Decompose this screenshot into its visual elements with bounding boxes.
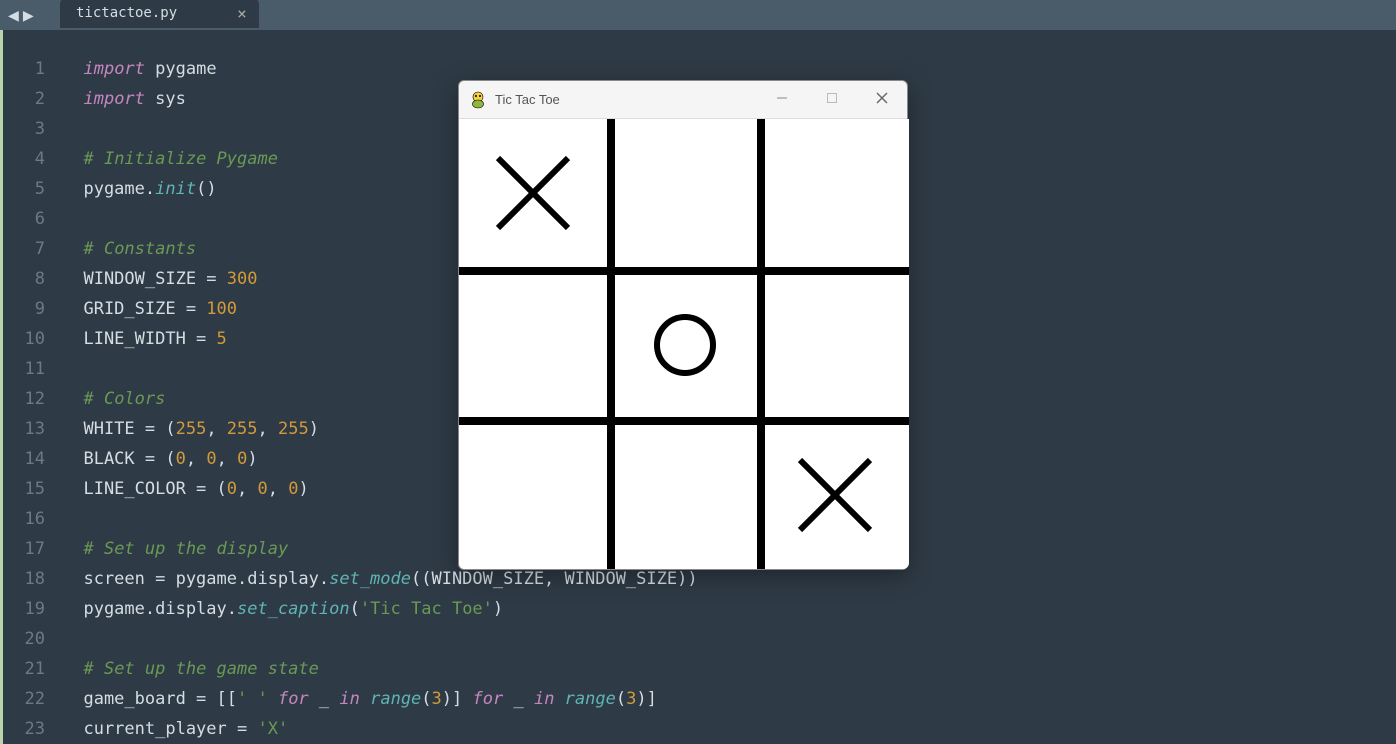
pygame-window[interactable]: Tic Tac Toe <box>458 80 908 570</box>
line-number: 15 <box>3 474 63 504</box>
line-number: 23 <box>3 714 63 744</box>
maximize-icon[interactable] <box>817 92 847 107</box>
window-title: Tic Tac Toe <box>495 92 767 107</box>
nav-back-icon[interactable]: ◀ <box>8 5 19 26</box>
code-line[interactable]: game_board = [[' ' for _ in range(3)] fo… <box>63 684 1396 714</box>
nav-arrows: ◀ ▶ <box>8 5 34 26</box>
title-bar[interactable]: Tic Tac Toe <box>459 81 907 119</box>
code-line[interactable]: current_player = 'X' <box>63 714 1396 744</box>
line-number: 13 <box>3 414 63 444</box>
tab-bar: tictactoe.py × <box>60 0 1396 30</box>
close-window-icon[interactable] <box>867 92 897 107</box>
pygame-icon <box>469 91 487 109</box>
board-cell[interactable] <box>761 119 909 267</box>
line-number: 20 <box>3 624 63 654</box>
line-number: 19 <box>3 594 63 624</box>
board-cell[interactable] <box>761 421 909 569</box>
line-number: 2 <box>3 84 63 114</box>
x-mark-icon <box>790 450 880 540</box>
code-line[interactable] <box>63 624 1396 654</box>
board-cell[interactable] <box>611 421 759 569</box>
line-number: 16 <box>3 504 63 534</box>
line-number: 5 <box>3 174 63 204</box>
line-number: 4 <box>3 144 63 174</box>
code-line[interactable]: # Set up the game state <box>63 654 1396 684</box>
board-cell[interactable] <box>459 119 607 267</box>
line-number: 11 <box>3 354 63 384</box>
code-line[interactable]: pygame.display.set_caption('Tic Tac Toe'… <box>63 594 1396 624</box>
line-number: 6 <box>3 204 63 234</box>
tab-filename: tictactoe.py <box>76 5 177 21</box>
nav-forward-icon[interactable]: ▶ <box>23 5 34 26</box>
board-cell[interactable] <box>459 421 607 569</box>
line-number: 12 <box>3 384 63 414</box>
line-number: 18 <box>3 564 63 594</box>
gutter: 1234567891011121314151617181920212223 <box>3 30 63 744</box>
line-number: 3 <box>3 114 63 144</box>
board-cell[interactable] <box>761 271 909 419</box>
minimize-icon[interactable] <box>767 92 797 107</box>
line-number: 7 <box>3 234 63 264</box>
board-cell[interactable] <box>611 119 759 267</box>
line-number: 21 <box>3 654 63 684</box>
close-icon[interactable]: × <box>237 4 247 23</box>
window-controls <box>767 92 897 107</box>
board-cell[interactable] <box>459 271 607 419</box>
line-number: 8 <box>3 264 63 294</box>
line-number: 22 <box>3 684 63 714</box>
line-number: 14 <box>3 444 63 474</box>
line-number: 17 <box>3 534 63 564</box>
x-mark-icon <box>488 148 578 238</box>
game-canvas[interactable] <box>459 119 909 569</box>
board-cell[interactable] <box>611 271 759 419</box>
line-number: 10 <box>3 324 63 354</box>
file-tab[interactable]: tictactoe.py × <box>60 0 259 28</box>
line-number: 9 <box>3 294 63 324</box>
o-mark-icon <box>650 310 720 380</box>
line-number: 1 <box>3 54 63 84</box>
